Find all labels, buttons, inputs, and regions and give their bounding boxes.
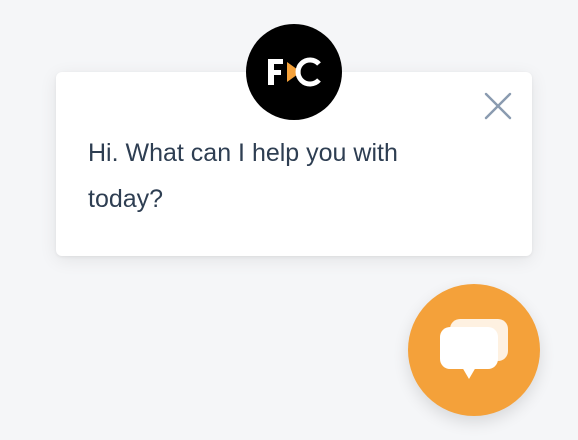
close-button[interactable] [480,88,516,124]
greeting-message: Hi. What can I help you with today? [88,139,398,213]
chat-bubbles-icon [440,319,508,379]
close-icon [484,92,512,120]
agent-avatar [246,24,342,120]
chat-launcher-button[interactable] [408,284,540,416]
chat-widget-stage: Hi. What can I help you with today? [0,0,578,440]
fc-logo-icon [268,57,321,87]
